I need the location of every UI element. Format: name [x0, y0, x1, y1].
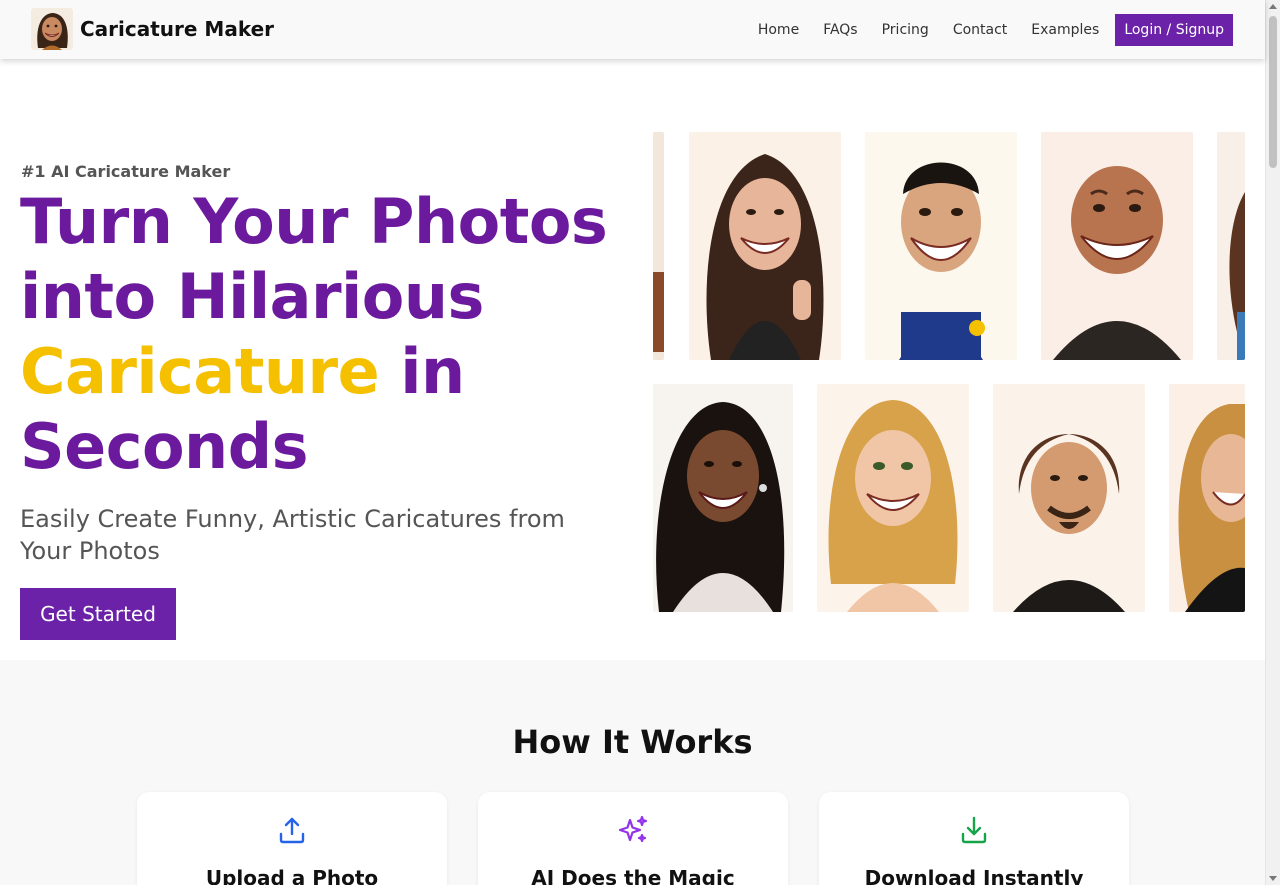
step-download-title: Download Instantly: [864, 866, 1084, 885]
caricature-footballer: [865, 132, 1017, 360]
page-scrollbar[interactable]: [1265, 0, 1280, 885]
how-it-works-section: How It Works Upload a Photo AI Does the …: [0, 660, 1265, 885]
hero-kicker: #1 AI Caricature Maker: [21, 162, 231, 181]
nav-examples[interactable]: Examples: [1031, 22, 1099, 38]
hero-title-after-accent: in: [379, 335, 465, 408]
scroll-down-arrow-icon[interactable]: [1269, 876, 1277, 881]
upload-icon: [279, 817, 305, 844]
login-signup-button[interactable]: Login / Signup: [1115, 14, 1233, 46]
step-upload-title: Upload a Photo: [205, 866, 379, 885]
nav-pricing[interactable]: Pricing: [882, 22, 929, 38]
caricature-woman-curly-hair: [1217, 132, 1245, 360]
hero-title-line4: Seconds: [20, 410, 308, 483]
step-ai-title: AI Does the Magic: [531, 866, 735, 885]
nav-contact[interactable]: Contact: [953, 22, 1007, 38]
hero-title: Turn Your Photos into Hilarious Caricatu…: [20, 184, 640, 484]
brand[interactable]: Caricature Maker: [31, 8, 274, 50]
site-header: Caricature Maker Home FAQs Pricing Conta…: [0, 0, 1265, 59]
caricature-bald-man: [1041, 132, 1193, 360]
caricature-man-goatee: [993, 384, 1145, 612]
hero-title-line1: Turn Your Photos: [20, 185, 608, 258]
caricature-woman-dark-hair: [653, 384, 793, 612]
brand-name: Caricature Maker: [80, 17, 275, 41]
download-icon: [961, 816, 987, 844]
caricature-gallery: [653, 132, 1245, 612]
main-nav: Home FAQs Pricing Contact Examples Login…: [734, 14, 1233, 46]
caricature-blonde-woman: [817, 384, 969, 612]
sparkles-icon: [618, 815, 648, 843]
get-started-button[interactable]: Get Started: [20, 588, 176, 640]
step-ai-card: AI Does the Magic: [478, 792, 788, 885]
scrollbar-thumb[interactable]: [1269, 16, 1277, 168]
nav-faqs[interactable]: FAQs: [823, 22, 857, 38]
caricature-woman-waving: [689, 132, 841, 360]
hero-title-accent: Caricature: [20, 335, 380, 408]
caricature-woman-blonde-black-dress: [1169, 384, 1245, 612]
how-it-works-title: How It Works: [512, 723, 753, 761]
nav-home[interactable]: Home: [758, 22, 799, 38]
step-upload-card: Upload a Photo: [137, 792, 447, 885]
scroll-up-arrow-icon[interactable]: [1269, 4, 1277, 9]
hero-subtitle: Easily Create Funny, Artistic Caricature…: [20, 505, 565, 565]
caricature-partial-left: [653, 132, 664, 360]
caricature-avatar-logo-icon: [31, 8, 73, 50]
step-download-card: Download Instantly: [819, 792, 1129, 885]
hero-title-line2: into Hilarious: [20, 260, 484, 333]
